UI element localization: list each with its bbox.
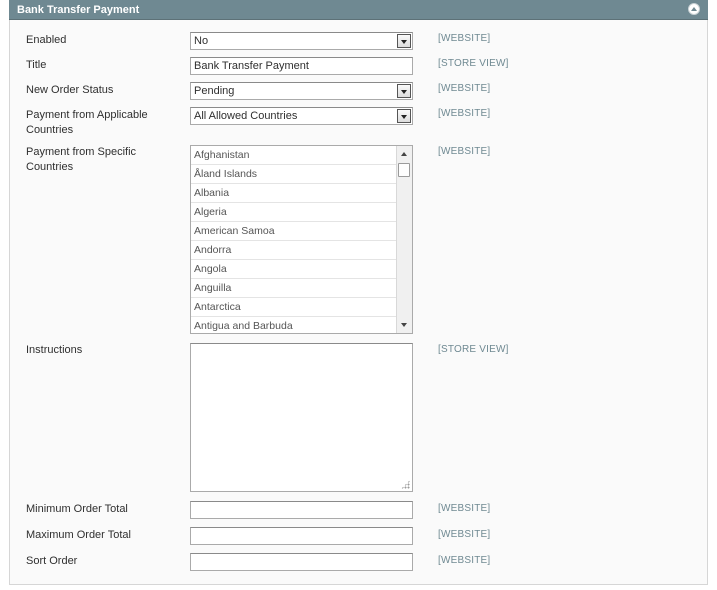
title-input[interactable]: Bank Transfer Payment	[190, 57, 413, 75]
list-item[interactable]: Andorra	[191, 241, 397, 260]
resize-grip-icon[interactable]	[401, 480, 410, 489]
list-item[interactable]: Antigua and Barbuda	[191, 317, 397, 336]
min-order-total-input[interactable]	[190, 501, 413, 519]
list-item[interactable]: Afghanistan	[191, 146, 397, 165]
enabled-scope: [WEBSITE]	[438, 33, 491, 44]
instructions-textarea[interactable]	[190, 343, 413, 492]
specific-countries-label: Payment from Specific Countries	[26, 146, 137, 173]
sort-order-scope: [WEBSITE]	[438, 555, 491, 566]
specific-countries-multiselect[interactable]: Afghanistan Åland Islands Albania Algeri…	[190, 145, 413, 334]
applicable-countries-value: All Allowed Countries	[194, 110, 298, 122]
list-item[interactable]: Åland Islands	[191, 165, 397, 184]
chevron-down-icon[interactable]	[397, 34, 411, 48]
scroll-up-icon[interactable]	[401, 152, 407, 156]
title-label: Title	[26, 59, 47, 71]
list-item[interactable]: Algeria	[191, 203, 397, 222]
order-status-select[interactable]: Pending	[190, 82, 413, 100]
sort-order-label: Sort Order	[26, 555, 78, 567]
max-order-total-scope: [WEBSITE]	[438, 529, 491, 540]
chevron-down-icon[interactable]	[397, 109, 411, 123]
list-item[interactable]: Anguilla	[191, 279, 397, 298]
section-header[interactable]: Bank Transfer Payment	[9, 0, 708, 20]
list-item[interactable]: Antarctica	[191, 298, 397, 317]
title-scope: [STORE VIEW]	[438, 58, 509, 69]
chevron-down-icon[interactable]	[397, 84, 411, 98]
max-order-total-label: Maximum Order Total	[26, 529, 131, 541]
applicable-countries-select[interactable]: All Allowed Countries	[190, 107, 413, 125]
list-item[interactable]: Albania	[191, 184, 397, 203]
specific-countries-scope: [WEBSITE]	[438, 146, 491, 157]
scroll-down-icon[interactable]	[401, 323, 407, 327]
min-order-total-scope: [WEBSITE]	[438, 503, 491, 514]
instructions-scope: [STORE VIEW]	[438, 344, 509, 355]
list-item[interactable]: American Samoa	[191, 222, 397, 241]
order-status-scope: [WEBSITE]	[438, 83, 491, 94]
country-list: Afghanistan Åland Islands Albania Algeri…	[191, 146, 397, 336]
enabled-label: Enabled	[26, 34, 67, 46]
instructions-label: Instructions	[26, 344, 83, 356]
order-status-value: Pending	[194, 85, 235, 97]
collapse-up-icon[interactable]	[688, 3, 700, 15]
list-item[interactable]: Angola	[191, 260, 397, 279]
applicable-countries-scope: [WEBSITE]	[438, 108, 491, 119]
applicable-countries-label: Payment from Applicable Countries	[26, 109, 148, 136]
enabled-value: No	[194, 35, 209, 47]
scrollbar-thumb[interactable]	[398, 163, 410, 177]
scrollbar[interactable]	[396, 146, 412, 333]
section-title: Bank Transfer Payment	[17, 4, 140, 16]
order-status-label: New Order Status	[26, 84, 114, 96]
max-order-total-input[interactable]	[190, 527, 413, 545]
min-order-total-label: Minimum Order Total	[26, 503, 128, 515]
sort-order-input[interactable]	[190, 553, 413, 571]
enabled-select[interactable]: No	[190, 32, 413, 50]
